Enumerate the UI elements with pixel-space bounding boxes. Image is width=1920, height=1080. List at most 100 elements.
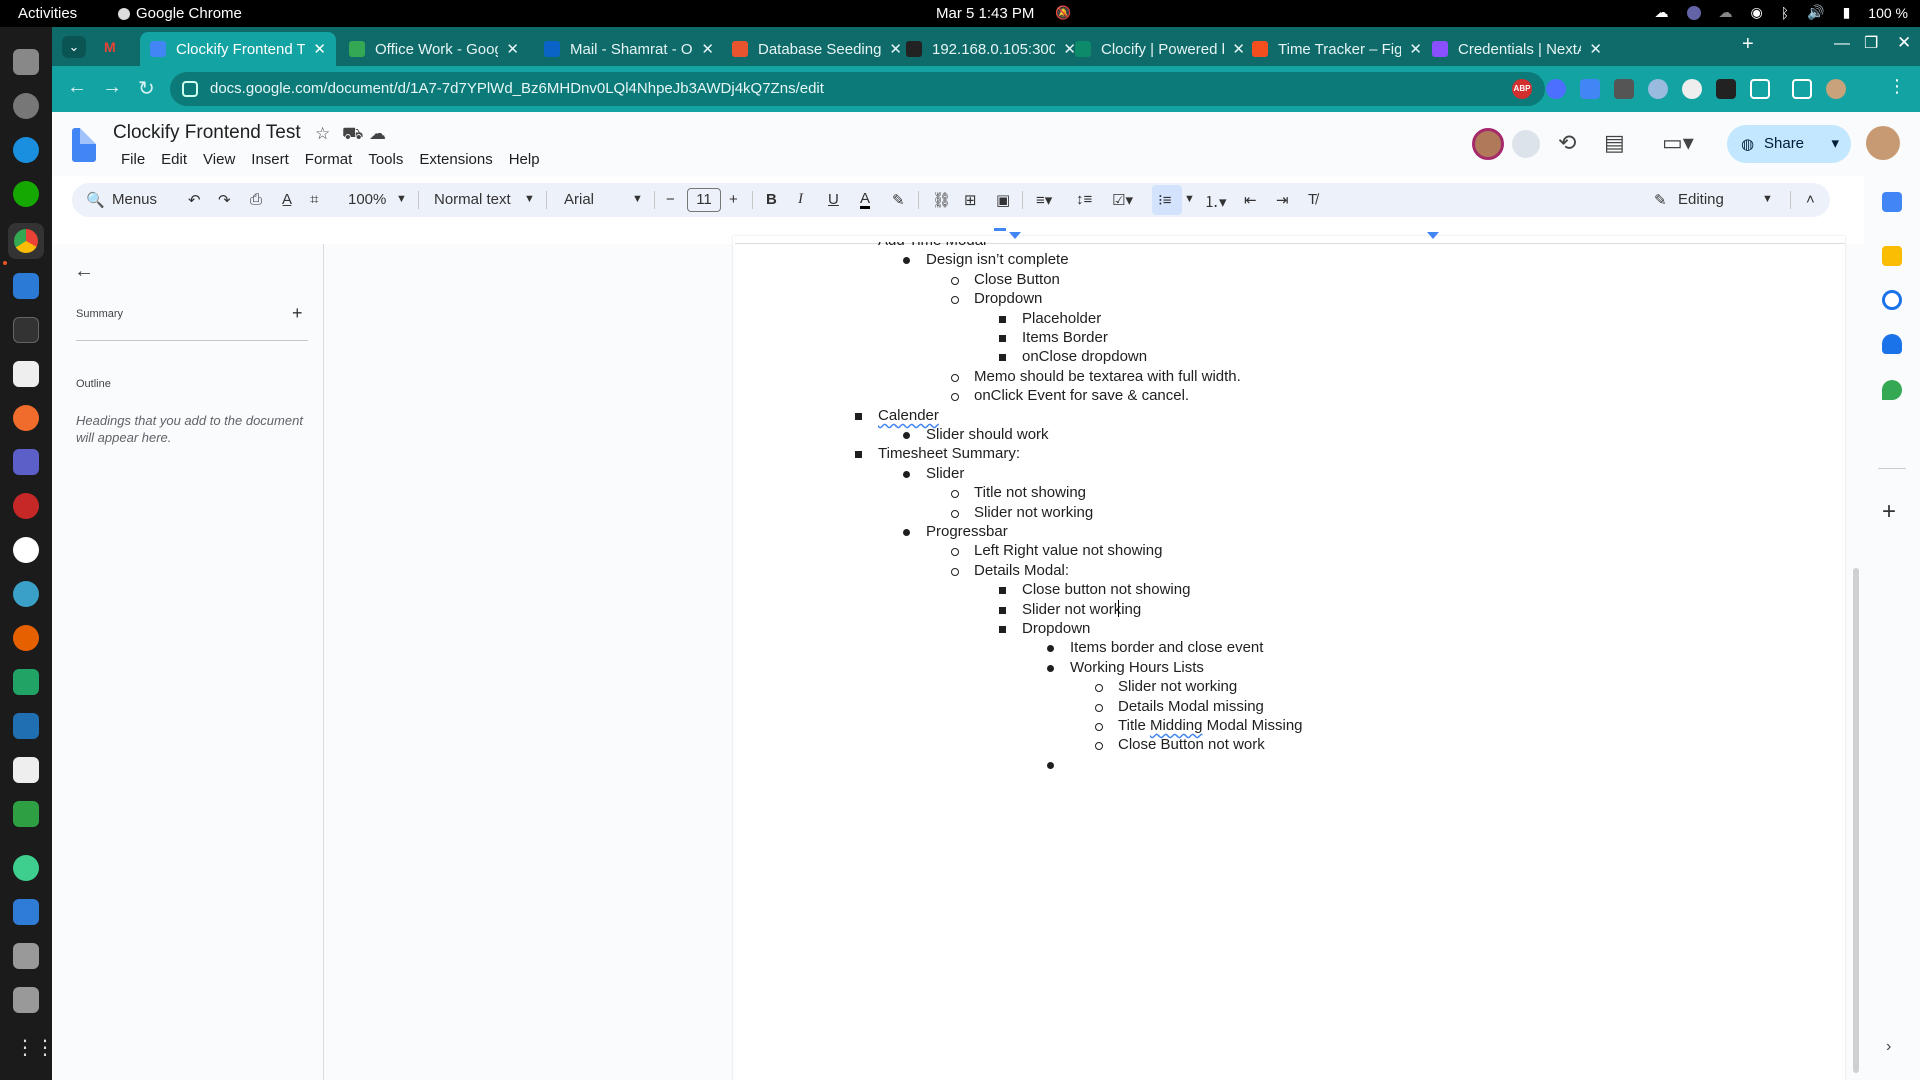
activities-button[interactable]: Activities xyxy=(18,5,77,22)
list-item[interactable]: Title Midding Modal Missing xyxy=(1118,717,1303,734)
extension-icon-2[interactable] xyxy=(1546,79,1566,99)
redo-icon[interactable]: ↷ xyxy=(218,191,231,209)
close-outline-back-icon[interactable]: ← xyxy=(74,260,94,283)
style-select[interactable]: Normal text xyxy=(434,191,511,208)
gitkraken-icon[interactable] xyxy=(13,855,39,881)
close-tab-icon[interactable]: ✕ xyxy=(313,40,326,58)
get-addons-plus-icon[interactable]: + xyxy=(1882,498,1896,526)
calendar-icon[interactable] xyxy=(1882,192,1902,212)
list-item[interactable]: Items border and close event xyxy=(1070,639,1263,656)
browser-tab[interactable]: Time Tracker – Figm ✕ xyxy=(1242,32,1432,66)
mysql-workbench-icon[interactable] xyxy=(13,713,39,739)
bulleted-list-dropdown-icon[interactable]: ▼ xyxy=(1184,193,1195,205)
search-menus-icon[interactable]: 🔍 xyxy=(86,191,105,209)
zoom-dropdown-icon[interactable]: ▼ xyxy=(396,193,407,205)
menu-help[interactable]: Help xyxy=(501,151,548,168)
list-item[interactable]: Slider not working xyxy=(1022,601,1141,618)
site-info-icon[interactable] xyxy=(182,81,198,97)
gmail-pinned-tab-icon[interactable]: M xyxy=(104,39,120,55)
editing-mode-select[interactable]: Editing xyxy=(1678,191,1724,208)
browser-tab[interactable]: Clocify | Powered b ✕ xyxy=(1065,32,1255,66)
browser-tab[interactable]: Clockify Frontend T ✕ xyxy=(140,32,336,66)
close-tab-icon[interactable]: ✕ xyxy=(1589,40,1602,58)
list-item[interactable]: Close Button xyxy=(974,271,1060,288)
insert-image-icon[interactable]: ▣ xyxy=(996,191,1010,209)
account-avatar[interactable] xyxy=(1866,126,1900,160)
bulleted-list-icon[interactable]: ⁝≡ xyxy=(1158,191,1172,209)
list-item[interactable]: Left Right value not showing xyxy=(974,542,1162,559)
system-tray[interactable]: ☁ ☁ ◉ ᛒ 🔊 ▮ 100 % xyxy=(1655,4,1908,21)
menu-edit[interactable]: Edit xyxy=(153,151,195,168)
list-item[interactable]: Placeholder xyxy=(1022,310,1101,327)
app-menu[interactable]: Google Chrome xyxy=(118,5,242,22)
style-dropdown-icon[interactable]: ▼ xyxy=(524,193,535,205)
zoom-select[interactable]: 100% xyxy=(348,191,386,208)
list-item[interactable]: Working Hours Lists xyxy=(1070,659,1204,676)
list-item[interactable]: Close Button not work xyxy=(1118,736,1265,753)
files-icon[interactable] xyxy=(13,49,39,75)
meeting-join-icon[interactable] xyxy=(1512,130,1540,158)
translate-extension-icon[interactable] xyxy=(1580,79,1600,99)
highlight-color-icon[interactable]: ✎ xyxy=(892,191,905,209)
clear-formatting-icon[interactable]: T̸ xyxy=(1308,191,1317,208)
list-item[interactable]: onClose dropdown xyxy=(1022,348,1147,365)
minimize-window-button[interactable]: — xyxy=(1834,35,1850,53)
menu-insert[interactable]: Insert xyxy=(243,151,297,168)
underline-icon[interactable]: U xyxy=(828,191,839,208)
color-picker-extension-icon[interactable] xyxy=(1716,79,1736,99)
list-item[interactable]: Details Modal: xyxy=(974,562,1069,579)
paint-format-icon[interactable]: ⌗ xyxy=(310,191,318,208)
indent-marker-right[interactable] xyxy=(1427,232,1439,239)
menu-tools[interactable]: Tools xyxy=(360,151,411,168)
docker-icon[interactable] xyxy=(13,137,39,163)
browser-tab[interactable]: 192.168.0.105:3000 ✕ xyxy=(896,32,1086,66)
list-item[interactable]: Details Modal missing xyxy=(1118,698,1264,715)
browser-tab[interactable]: Credentials | NextA ✕ xyxy=(1422,32,1612,66)
decrease-indent-icon[interactable]: ⇤ xyxy=(1244,191,1257,209)
extension-icon-5[interactable] xyxy=(1648,79,1668,99)
spreadsheet-icon[interactable] xyxy=(13,669,39,695)
vertical-scrollbar[interactable] xyxy=(1853,568,1859,1073)
clock[interactable]: Mar 5 1:43 PM xyxy=(936,5,1034,22)
virtualbox-icon[interactable] xyxy=(13,899,39,925)
browser-tab[interactable]: Office Work - Goog ✕ xyxy=(339,32,529,66)
list-item[interactable]: Close button not showing xyxy=(1022,581,1190,598)
cloud-saved-icon[interactable]: ☁ xyxy=(369,124,386,144)
version-history-icon[interactable]: ⟲ xyxy=(1558,130,1576,156)
menu-format[interactable]: Format xyxy=(297,151,361,168)
italic-icon[interactable]: I xyxy=(798,191,803,208)
maximize-window-button[interactable]: ❐ xyxy=(1864,33,1878,53)
tasks-icon[interactable] xyxy=(1882,290,1902,310)
close-tab-icon[interactable]: ✕ xyxy=(1409,40,1422,58)
list-item[interactable]: Slider not working xyxy=(1118,678,1237,695)
list-item[interactable]: Slider xyxy=(926,465,964,482)
chrome-icon[interactable] xyxy=(14,229,38,253)
menu-file[interactable]: File xyxy=(113,151,153,168)
indent-marker-left[interactable] xyxy=(1009,232,1021,239)
list-item[interactable]: Dropdown xyxy=(1022,620,1090,637)
inkscape-icon[interactable] xyxy=(13,361,39,387)
list-item[interactable]: Progressbar xyxy=(926,523,1008,540)
menu-view[interactable]: View xyxy=(195,151,243,168)
show-apps-icon[interactable]: ⋮⋮ xyxy=(15,1035,55,1060)
hide-menus-icon[interactable]: ˄ xyxy=(1806,191,1815,208)
remmina-icon[interactable] xyxy=(13,581,39,607)
list-item[interactable]: Calender xyxy=(878,407,939,424)
text-editor-icon[interactable] xyxy=(13,757,39,783)
bold-icon[interactable]: B xyxy=(766,191,777,208)
vscode-icon[interactable] xyxy=(13,273,39,299)
editing-mode-dropdown-icon[interactable]: ▼ xyxy=(1762,193,1773,205)
document-page[interactable] xyxy=(733,236,1845,1080)
address-bar[interactable]: docs.google.com/document/d/1A7-7d7YPlWd_… xyxy=(170,72,1545,106)
side-panel-icon[interactable] xyxy=(1792,79,1812,99)
align-icon[interactable]: ≡▾ xyxy=(1036,191,1052,209)
list-item[interactable]: Title not showing xyxy=(974,484,1086,501)
browser-tab[interactable]: Database Seeding ✕ xyxy=(722,32,912,66)
decrease-font-size-icon[interactable]: − xyxy=(666,191,675,208)
menu-extensions[interactable]: Extensions xyxy=(411,151,500,168)
print-icon[interactable]: ⎙ xyxy=(250,191,262,208)
increase-indent-icon[interactable]: ⇥ xyxy=(1276,191,1289,209)
search-menus-label[interactable]: Menus xyxy=(112,191,157,208)
reload-button[interactable]: ↻ xyxy=(138,76,155,101)
insert-link-icon[interactable]: ⛓ xyxy=(932,191,951,209)
